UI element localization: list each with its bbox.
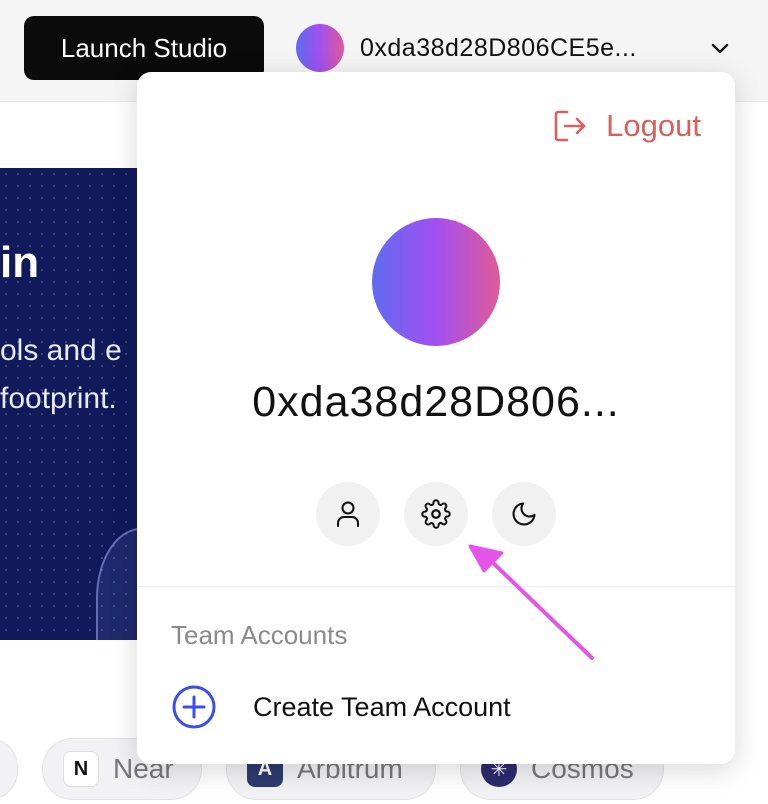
theme-toggle-button[interactable] [492, 482, 556, 546]
divider [137, 586, 735, 587]
create-team-account-label: Create Team Account [253, 691, 511, 722]
page: Launch Studio 0xda38d28D806CE5e... in ol… [0, 0, 768, 804]
logout-label: Logout [606, 108, 701, 143]
wallet-avatar [296, 24, 344, 72]
hero-title: in [0, 238, 40, 287]
wallet-menu-button[interactable]: 0xda38d28D806CE5e... [296, 24, 637, 72]
account-dropdown: Logout 0xda38d28D806... Team Accounts Cr… [137, 72, 735, 764]
logout-icon [554, 110, 586, 142]
plus-circle-icon [172, 685, 216, 729]
hero-decoration [96, 528, 137, 640]
moon-icon [512, 502, 536, 526]
gear-icon [421, 499, 451, 529]
chevron-down-icon[interactable] [710, 38, 730, 58]
settings-button[interactable] [404, 482, 468, 546]
hero-text-line-2: footprint. [0, 382, 117, 415]
account-address: 0xda38d28D806... [252, 378, 620, 426]
profile-button[interactable] [316, 482, 380, 546]
wallet-address: 0xda38d28D806CE5e... [360, 33, 637, 62]
launch-studio-label: Launch Studio [60, 32, 228, 63]
launch-studio-button[interactable]: Launch Studio [24, 16, 264, 80]
create-team-account-button[interactable]: Create Team Account [171, 684, 511, 730]
near-logo-icon: N [63, 751, 99, 787]
hero-text-line-1: ols and e [0, 334, 122, 367]
team-accounts-heading: Team Accounts [171, 620, 348, 650]
logout-button[interactable]: Logout [552, 108, 701, 144]
user-icon [337, 501, 359, 527]
account-avatar [372, 218, 500, 346]
chain-chip-partial[interactable] [0, 738, 18, 800]
